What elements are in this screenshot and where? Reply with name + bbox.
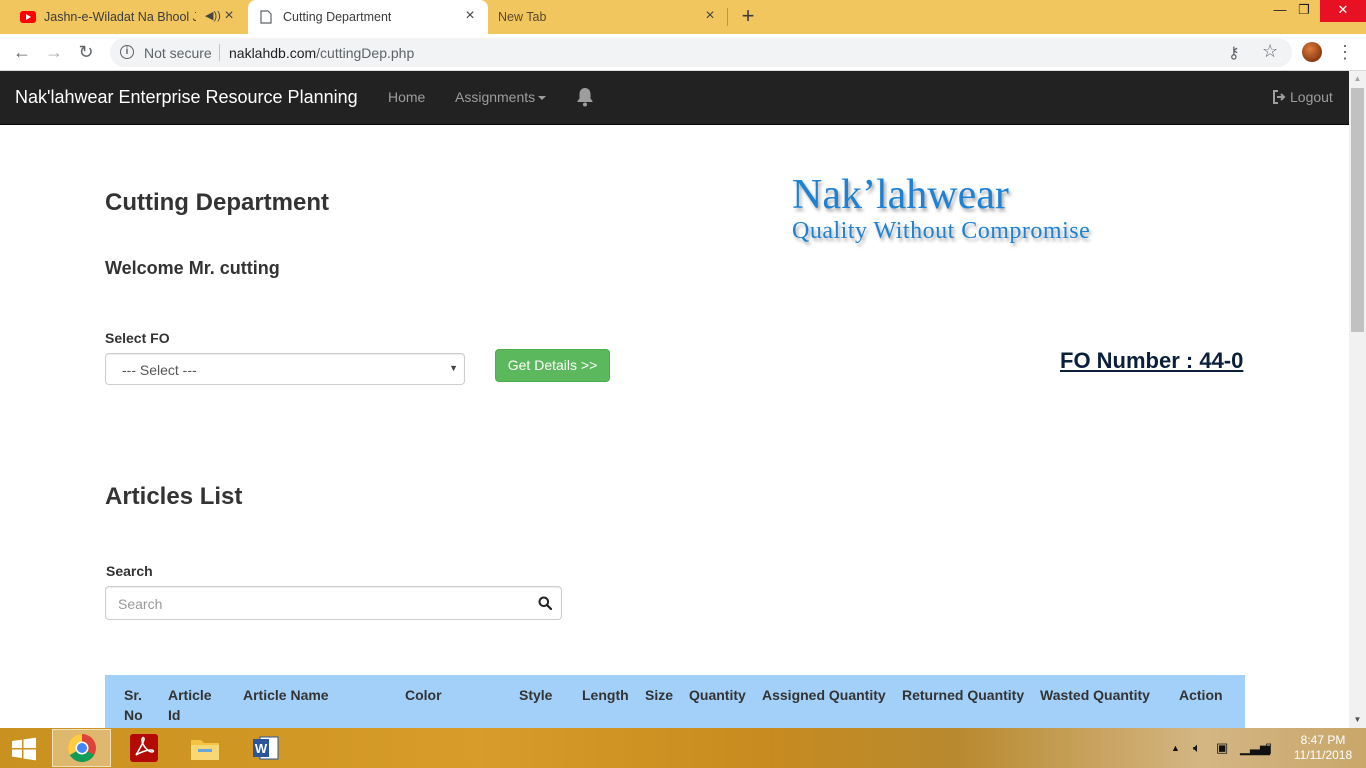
word-icon: W (252, 736, 278, 760)
minimize-button[interactable]: — (1268, 0, 1292, 22)
network-warning-icon[interactable]: ▣ (1216, 740, 1228, 756)
menu-dots-icon[interactable]: ⋮ (1336, 40, 1354, 64)
taskbar-clock[interactable]: 8:47 PM 11/11/2018 (1290, 733, 1356, 763)
welcome-message: Welcome Mr. cutting (105, 258, 280, 278)
url-text[interactable]: naklahdb.com/cuttingDep.php (229, 45, 414, 61)
company-logo: Nak’lahwear Quality Without Compromise (792, 171, 1090, 243)
articles-list-title: Articles List (105, 483, 243, 510)
bell-icon[interactable] (576, 87, 594, 107)
new-tab-button[interactable]: + (736, 4, 760, 30)
nav-assignments-label: Assignments (455, 89, 536, 105)
browser-toolbar: ← → ↻ i Not secure naklahdb.com/cuttingD… (0, 34, 1366, 71)
close-icon[interactable]: × (221, 8, 237, 24)
search-icon[interactable] (538, 596, 552, 610)
get-details-button[interactable]: Get Details >> (495, 349, 610, 382)
battery-icon[interactable]: ▯ (1265, 740, 1272, 756)
scroll-up-arrow-icon[interactable]: ▲ (1349, 71, 1366, 87)
fo-number-heading: FO Number : 44-0 (1060, 348, 1244, 373)
logout-link[interactable]: Logout (1272, 89, 1333, 105)
windows-start-icon[interactable] (8, 736, 40, 762)
column-header-article-id[interactable]: Article Id (168, 685, 212, 725)
bookmark-star-icon[interactable]: ☆ (1262, 41, 1278, 62)
tab-title: New Tab (498, 10, 547, 24)
page-viewport: Nak'lahwear Enterprise Resource Planning… (0, 71, 1349, 728)
logout-icon (1273, 90, 1286, 104)
close-icon[interactable]: × (462, 8, 478, 24)
header-line: Id (168, 707, 181, 723)
search-placeholder: Search (118, 596, 163, 612)
close-icon[interactable]: × (702, 8, 718, 24)
taskbar-word[interactable]: W (236, 729, 295, 767)
tab-youtube[interactable]: Jashn-e-Wiladat Na Bhool Ja ◀)) × (0, 0, 247, 34)
column-header-size[interactable]: Size (645, 685, 673, 705)
column-header-quantity[interactable]: Quantity (689, 685, 746, 705)
column-header-article-name[interactable]: Article Name (243, 685, 329, 705)
svg-text:W: W (254, 741, 267, 756)
column-header-returned-quantity[interactable]: Returned Quantity (902, 685, 1024, 705)
back-button[interactable]: ← (10, 40, 34, 64)
caret-down-icon (538, 96, 547, 101)
select-fo-value: --- Select --- (122, 362, 197, 378)
logo-name: Nak’lahwear (792, 172, 1009, 218)
select-fo-label: Select FO (105, 330, 170, 346)
search-input[interactable]: Search (105, 586, 562, 620)
page-title: Cutting Department (105, 189, 329, 216)
column-header-style[interactable]: Style (519, 685, 552, 705)
document-icon (260, 10, 272, 24)
window-close-button[interactable]: ✕ (1320, 0, 1366, 22)
scroll-thumb[interactable] (1351, 88, 1364, 332)
taskbar-acrobat[interactable] (114, 729, 173, 767)
taskbar-chrome[interactable] (52, 729, 111, 767)
forward-button[interactable]: → (42, 40, 66, 64)
header-line: Sr. (124, 687, 142, 703)
key-icon[interactable]: ⚷ (1228, 43, 1240, 63)
windows-taskbar: W ▲ 🔈︎ ▣ ▁▃▅ ▯ 8:47 PM 11/11/2018 (0, 728, 1366, 768)
tab-new-tab[interactable]: New Tab × (488, 0, 728, 34)
column-header-length[interactable]: Length (582, 685, 629, 705)
column-header-action[interactable]: Action (1179, 685, 1223, 705)
file-explorer-icon (190, 740, 219, 760)
articles-table-header: Sr. No Article Id Article Name Color Style… (105, 675, 1245, 728)
tab-title: Cutting Department (283, 10, 392, 24)
browser-tab-strip: Jashn-e-Wiladat Na Bhool Ja ◀)) × Cuttin… (0, 0, 1366, 34)
restore-button[interactable]: ❐ (1292, 0, 1316, 22)
select-fo-dropdown[interactable]: --- Select --- ▼ (105, 353, 465, 385)
page-scrollbar[interactable]: ▲ ▼ (1349, 71, 1366, 728)
url-host: naklahdb.com (229, 45, 317, 61)
column-header-wasted-quantity[interactable]: Wasted Quantity (1040, 685, 1150, 705)
reload-button[interactable]: ↻ (74, 40, 98, 64)
nav-home[interactable]: Home (388, 89, 425, 105)
clock-time: 8:47 PM (1300, 733, 1346, 747)
volume-icon[interactable]: 🔈︎ (1193, 740, 1201, 756)
tab-title: Jashn-e-Wiladat Na Bhool Ja (44, 10, 196, 24)
info-icon[interactable]: i (120, 45, 134, 59)
profile-avatar[interactable] (1302, 42, 1322, 62)
header-line: No (124, 707, 143, 723)
chevron-down-icon: ▼ (449, 363, 458, 373)
tab-divider (727, 8, 728, 26)
taskbar-file-explorer[interactable] (175, 729, 234, 767)
acrobat-icon (129, 734, 158, 762)
nav-assignments[interactable]: Assignments (455, 89, 547, 105)
column-header-color[interactable]: Color (405, 685, 442, 705)
top-navbar: Nak'lahwear Enterprise Resource Planning… (0, 71, 1349, 125)
url-divider (219, 44, 220, 61)
search-label: Search (106, 563, 153, 579)
chrome-icon (67, 734, 96, 762)
address-bar[interactable]: i Not secure naklahdb.com/cuttingDep.php… (110, 38, 1292, 67)
tab-cutting-department[interactable]: Cutting Department × (248, 0, 488, 34)
security-label: Not secure (144, 45, 212, 61)
youtube-icon (20, 11, 36, 23)
speaker-icon[interactable]: ◀)) (205, 9, 221, 22)
navbar-brand[interactable]: Nak'lahwear Enterprise Resource Planning (15, 87, 358, 108)
column-header-sr-no[interactable]: Sr. No (124, 685, 143, 725)
header-line: Article (168, 687, 212, 703)
logo-tagline: Quality Without Compromise (792, 218, 1091, 244)
column-header-assigned-quantity[interactable]: Assigned Quantity (762, 685, 886, 705)
show-hidden-icons-icon[interactable]: ▲ (1171, 743, 1180, 753)
clock-date: 11/11/2018 (1293, 748, 1353, 762)
scroll-down-arrow-icon[interactable]: ▼ (1349, 712, 1366, 728)
logout-label: Logout (1290, 89, 1333, 105)
url-path: /cuttingDep.php (316, 45, 415, 61)
